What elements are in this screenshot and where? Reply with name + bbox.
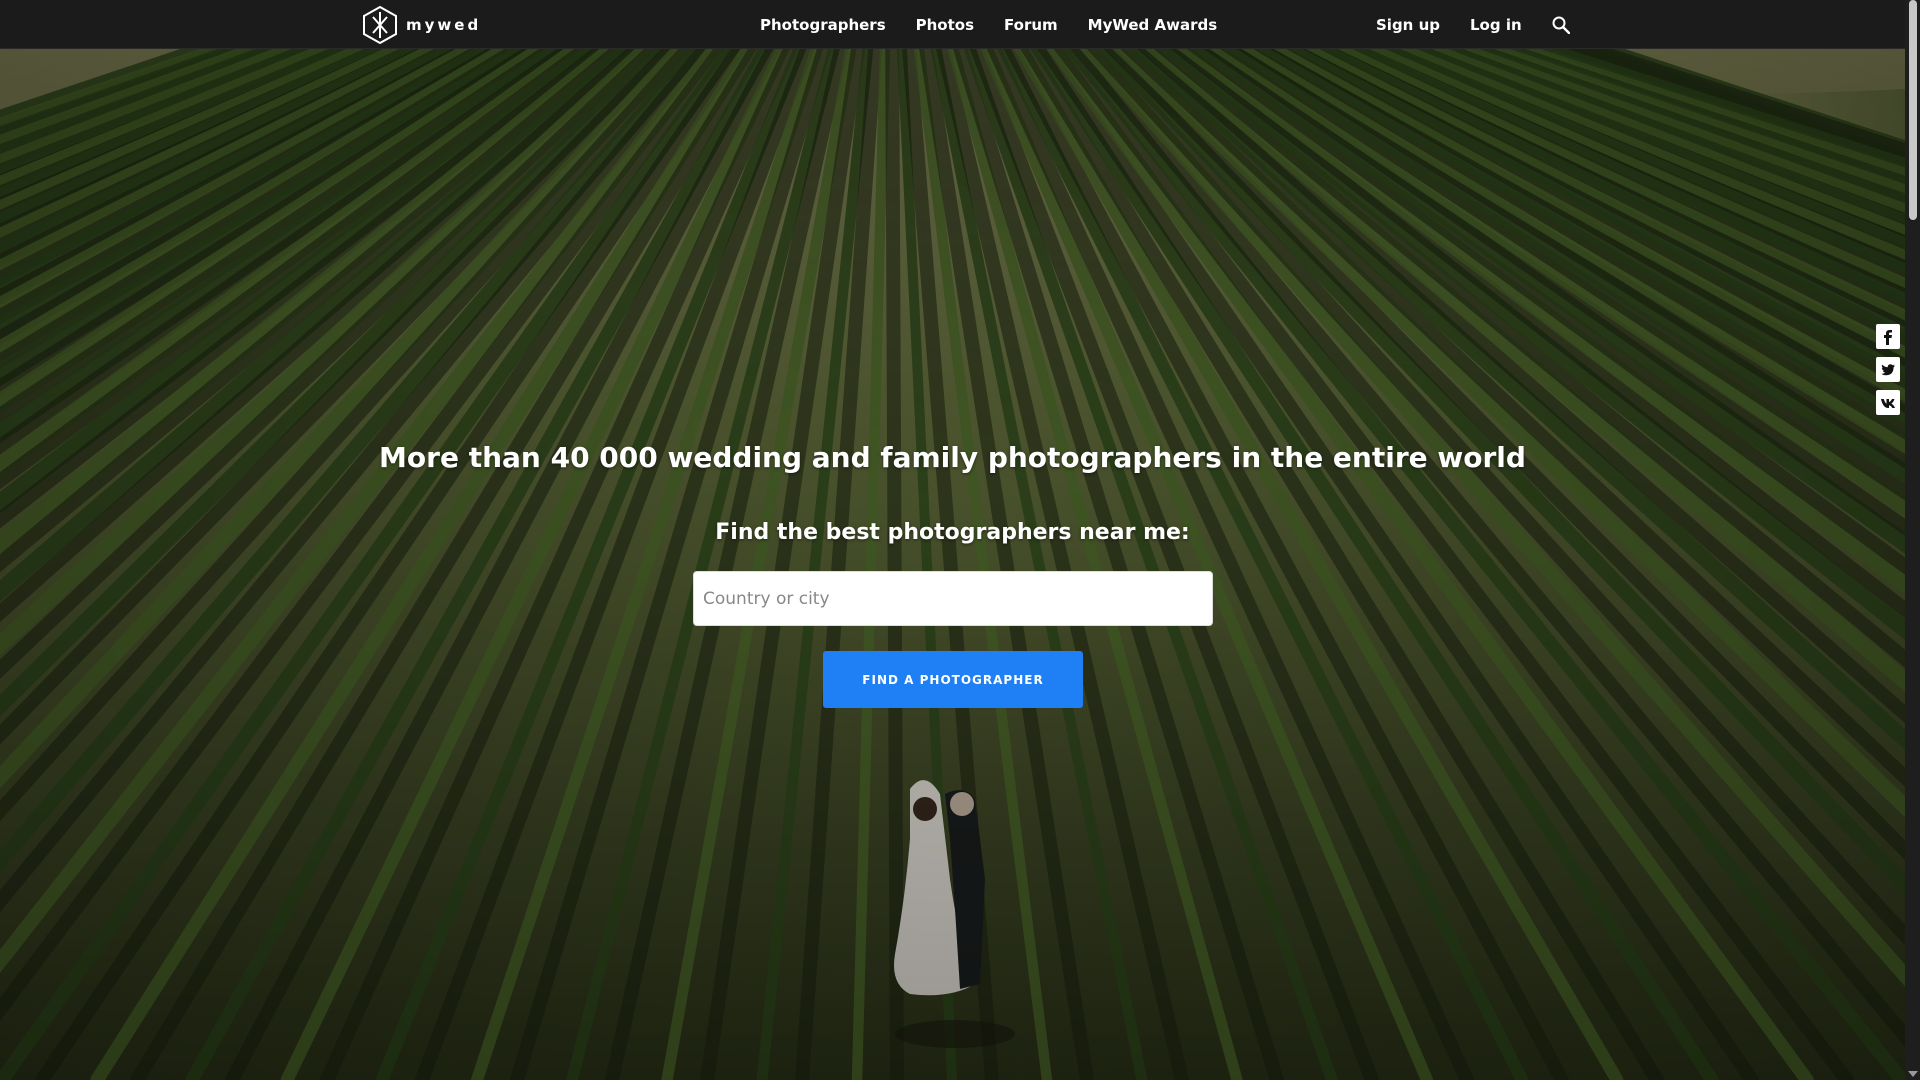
top-navigation-bar: mywed Photographers Photos Forum MyWed A… (0, 0, 1905, 49)
location-search-input[interactable] (693, 571, 1213, 626)
facebook-icon (1884, 329, 1892, 345)
mywed-logo-icon (363, 6, 397, 44)
twitter-icon (1881, 363, 1895, 375)
nav-photos[interactable]: Photos (916, 16, 974, 34)
hero-section: More than 40 000 wedding and family phot… (0, 49, 1905, 1080)
hero-headline: More than 40 000 wedding and family phot… (379, 441, 1526, 474)
page-scrollbar[interactable] (1905, 0, 1920, 1080)
search-icon (1552, 16, 1570, 34)
hero-subheadline: Find the best photographers near me: (715, 520, 1190, 545)
main-nav: Photographers Photos Forum MyWed Awards (760, 0, 1247, 49)
mywed-logo[interactable]: mywed (362, 6, 481, 44)
nav-forum[interactable]: Forum (1004, 16, 1058, 34)
vk-share-button[interactable] (1876, 390, 1900, 415)
facebook-share-button[interactable] (1876, 324, 1900, 349)
sign-up-link[interactable]: Sign up (1376, 16, 1440, 34)
nav-photographers[interactable]: Photographers (760, 16, 886, 34)
social-share-bar (1876, 324, 1900, 415)
account-nav: Sign up Log in (1376, 0, 1572, 49)
log-in-link[interactable]: Log in (1470, 16, 1522, 34)
search-button[interactable] (1552, 15, 1572, 35)
hero-overlay (0, 49, 1905, 1080)
logo-text: mywed (406, 16, 482, 34)
nav-mywed-awards[interactable]: MyWed Awards (1088, 16, 1218, 34)
vk-icon (1881, 398, 1895, 408)
twitter-share-button[interactable] (1876, 357, 1900, 382)
find-photographer-button[interactable]: FIND A PHOTOGRAPHER (823, 651, 1083, 708)
scroll-down-arrow-icon[interactable] (1908, 1071, 1918, 1077)
scrollbar-thumb[interactable] (1909, 0, 1917, 220)
